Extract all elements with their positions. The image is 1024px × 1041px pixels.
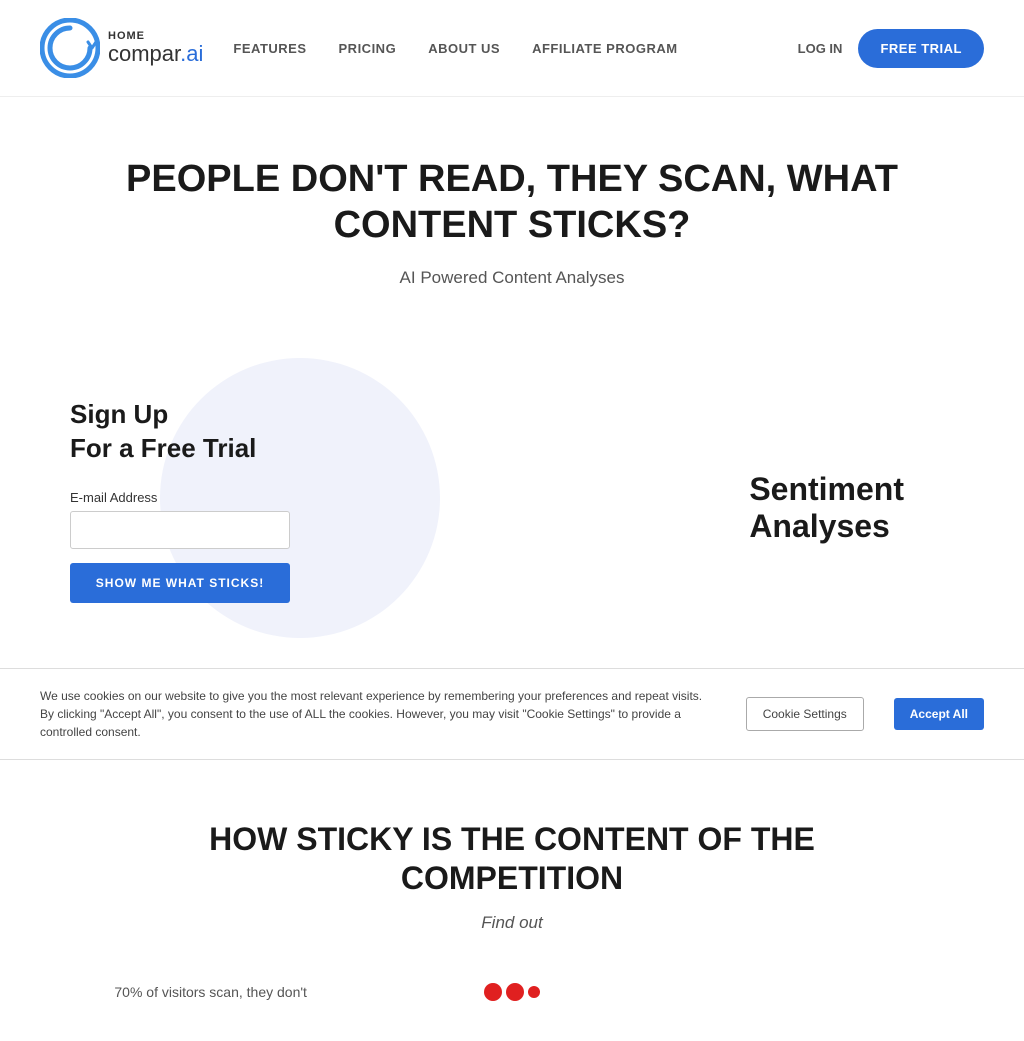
dot-icon-3 — [528, 986, 540, 998]
hero-subtitle: AI Powered Content Analyses — [40, 268, 984, 288]
hero-section: PEOPLE DON'T READ, THEY SCAN, WHAT CONTE… — [0, 97, 1024, 348]
sentiment-label: Sentiment Analyses — [749, 471, 904, 545]
submit-button[interactable]: SHOW ME WHAT STICKS! — [70, 563, 290, 603]
nav-links: FEATURES PRICING ABOUT US AFFILIATE PROG… — [233, 41, 797, 56]
signup-heading: Sign Up For a Free Trial — [70, 398, 290, 466]
email-input[interactable] — [70, 511, 290, 549]
logo-icon — [40, 18, 100, 78]
email-label: E-mail Address — [70, 490, 290, 505]
cookie-settings-button[interactable]: Cookie Settings — [746, 697, 864, 731]
signup-form: Sign Up For a Free Trial E-mail Address … — [60, 368, 310, 633]
accept-all-button[interactable]: Accept All — [894, 698, 984, 730]
logo-brand-text: compar.ai — [108, 42, 203, 66]
nav-features-link[interactable]: FEATURES — [233, 41, 306, 56]
cookie-text: We use cookies on our website to give yo… — [40, 687, 716, 741]
competition-subtitle: Find out — [40, 913, 984, 933]
navbar: HOME compar.ai FEATURES PRICING ABOUT US… — [0, 0, 1024, 97]
stat-icons — [381, 983, 642, 1001]
dot-icon-1 — [484, 983, 502, 1001]
stat-scan: 70% of visitors scan, they don't — [80, 983, 341, 1001]
competition-section: HOW STICKY IS THE CONTENT OF THE COMPETI… — [0, 760, 1024, 1041]
logo[interactable]: HOME compar.ai — [40, 18, 203, 78]
competition-title: HOW STICKY IS THE CONTENT OF THE COMPETI… — [162, 820, 862, 897]
login-link[interactable]: LOG IN — [798, 41, 843, 56]
stats-row: 70% of visitors scan, they don't — [40, 973, 984, 1011]
dot-icon-2 — [506, 983, 524, 1001]
nav-affiliate-link[interactable]: AFFILIATE PROGRAM — [532, 41, 677, 56]
hero-title: PEOPLE DON'T READ, THEY SCAN, WHAT CONTE… — [62, 157, 962, 248]
signup-section: Sign Up For a Free Trial E-mail Address … — [0, 348, 1024, 668]
nav-pricing-link[interactable]: PRICING — [339, 41, 397, 56]
free-trial-button[interactable]: FREE TRIAL — [858, 29, 984, 68]
cookie-banner: We use cookies on our website to give yo… — [0, 668, 1024, 760]
nav-about-link[interactable]: ABOUT US — [428, 41, 500, 56]
